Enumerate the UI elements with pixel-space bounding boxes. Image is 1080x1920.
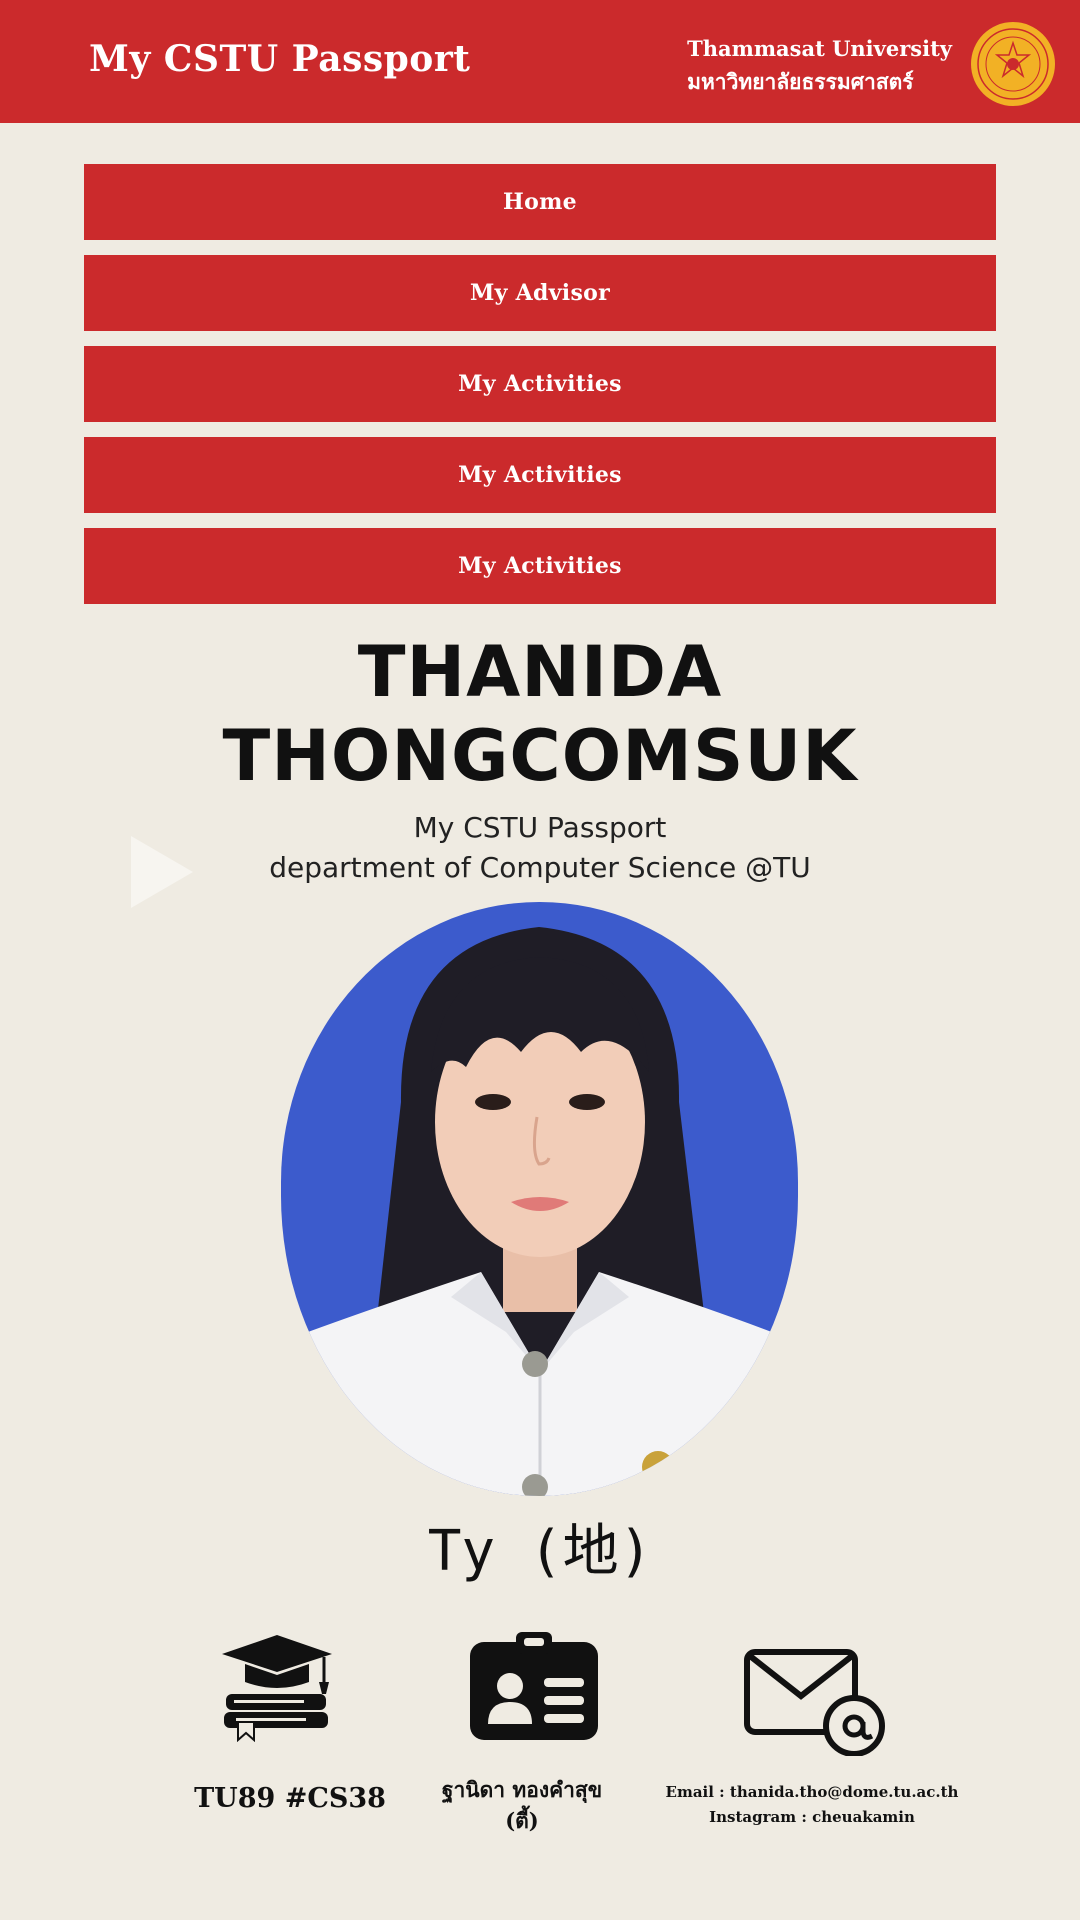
nav-home-button[interactable]: Home — [84, 164, 996, 240]
thai-name: ฐานิดา ทองคำสุข (ตี้) — [402, 1774, 642, 1836]
email-at-icon — [744, 1649, 885, 1756]
id-card-icon — [470, 1632, 598, 1740]
portrait-illustration — [281, 902, 798, 1496]
email-text[interactable]: Email : thanida.tho@dome.tu.ac.th — [640, 1780, 984, 1805]
nav-activities-button[interactable]: My Activities — [84, 346, 996, 422]
play-icon[interactable] — [131, 836, 193, 908]
university-name-en: Thammasat University — [687, 36, 952, 61]
app-title[interactable]: My CSTU Passport — [89, 38, 470, 80]
profile-name: THANIDA THONGCOMSUK — [0, 630, 1080, 798]
student-id: TU89 #CS38 — [194, 1783, 386, 1814]
graduation-books-icon — [222, 1635, 332, 1742]
first-name: THANIDA — [357, 631, 723, 713]
nav-activities-button[interactable]: My Activities — [84, 437, 996, 513]
thai-name-line-1: ฐานิดา ทองคำสุข — [441, 1777, 603, 1802]
university-name-th: มหาวิทยาลัยธรรมศาสตร์ — [687, 69, 914, 94]
contact-info: Email : thanida.tho@dome.tu.ac.th Instag… — [640, 1780, 984, 1830]
instagram-text[interactable]: Instagram : cheuakamin — [640, 1805, 984, 1830]
university-name: Thammasat University มหาวิทยาลัยธรรมศาสต… — [687, 32, 952, 98]
nav-advisor-button[interactable]: My Advisor — [84, 255, 996, 331]
last-name: THONGCOMSUK — [222, 715, 858, 797]
profile-photo — [281, 902, 798, 1496]
header-bar: My CSTU Passport Thammasat University มห… — [0, 0, 1080, 123]
main-nav: Home My Advisor My Activities My Activit… — [84, 164, 996, 619]
nav-activities-button[interactable]: My Activities — [84, 528, 996, 604]
thai-name-line-2: (ตี้) — [505, 1808, 539, 1833]
university-seal-icon — [971, 22, 1055, 106]
nickname: Ty (地) — [427, 1519, 653, 1584]
